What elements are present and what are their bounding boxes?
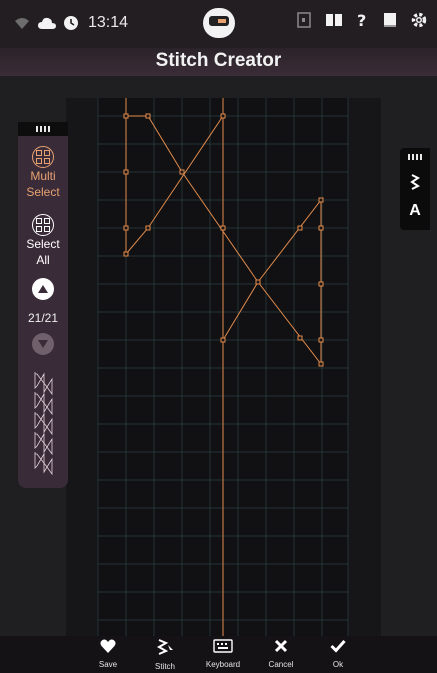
stitch-point [220,337,226,343]
arrow-up-icon [32,278,54,300]
stitch-point [318,361,324,367]
next-stitch-button[interactable] [18,333,68,355]
stitch-point [123,225,129,231]
zigzag-icon [409,174,421,194]
stitch-point [318,225,324,231]
select-all-icon [32,214,54,236]
stitch-counter: 21/21 [27,311,59,325]
stitch-label: Stitch [154,662,175,671]
ok-label: Ok [332,660,344,669]
stitch-preview [18,372,68,481]
arrow-down-icon [32,333,54,355]
stitch-point [255,279,261,285]
select-all-button[interactable]: Select All [18,214,68,268]
stitch-icon [156,639,174,659]
multi-select-label-1: Multi [30,169,56,183]
stitch-button[interactable]: Stitch [139,639,191,671]
stitch-point [123,113,129,119]
stitch-point [145,113,151,119]
select-all-label-1: Select [26,237,60,251]
close-icon [274,639,288,657]
multi-select-icon [32,146,54,168]
check-icon [330,639,346,657]
right-toolbar: A [400,148,430,230]
grip-icon [36,126,50,132]
stitch-point [220,113,226,119]
select-all-label-2: All [36,253,50,267]
stitch-point [297,225,303,231]
keyboard-icon [213,639,233,657]
cancel-label: Cancel [268,660,294,669]
save-label: Save [98,660,118,669]
left-toolbar-handle[interactable] [18,122,68,136]
ok-button[interactable]: Ok [312,639,364,669]
stitch-point [318,197,324,203]
grip-icon [400,154,430,160]
multi-select-label-2: Select [26,185,60,199]
heart-icon [100,639,116,657]
previous-stitch-button[interactable] [18,278,68,300]
keyboard-label: Keyboard [205,660,241,669]
stitch-point [123,251,129,257]
stitch-point [220,225,226,231]
stitch-point [123,169,129,175]
stitch-point [179,169,185,175]
stitch-point [145,225,151,231]
stitch-point [318,337,324,343]
save-button[interactable]: Save [82,639,134,669]
multi-select-button[interactable]: Multi Select [18,146,68,200]
stitch-point [318,281,324,287]
stitch-path [125,98,322,366]
keyboard-button[interactable]: Keyboard [197,639,249,669]
cancel-button[interactable]: Cancel [255,639,307,669]
stitch-type-button[interactable] [400,174,430,195]
right-toolbar-handle[interactable] [400,154,430,160]
stitch-preview-icon [34,372,53,476]
text-mode-button[interactable]: A [400,202,430,220]
stitch-point [297,335,303,341]
